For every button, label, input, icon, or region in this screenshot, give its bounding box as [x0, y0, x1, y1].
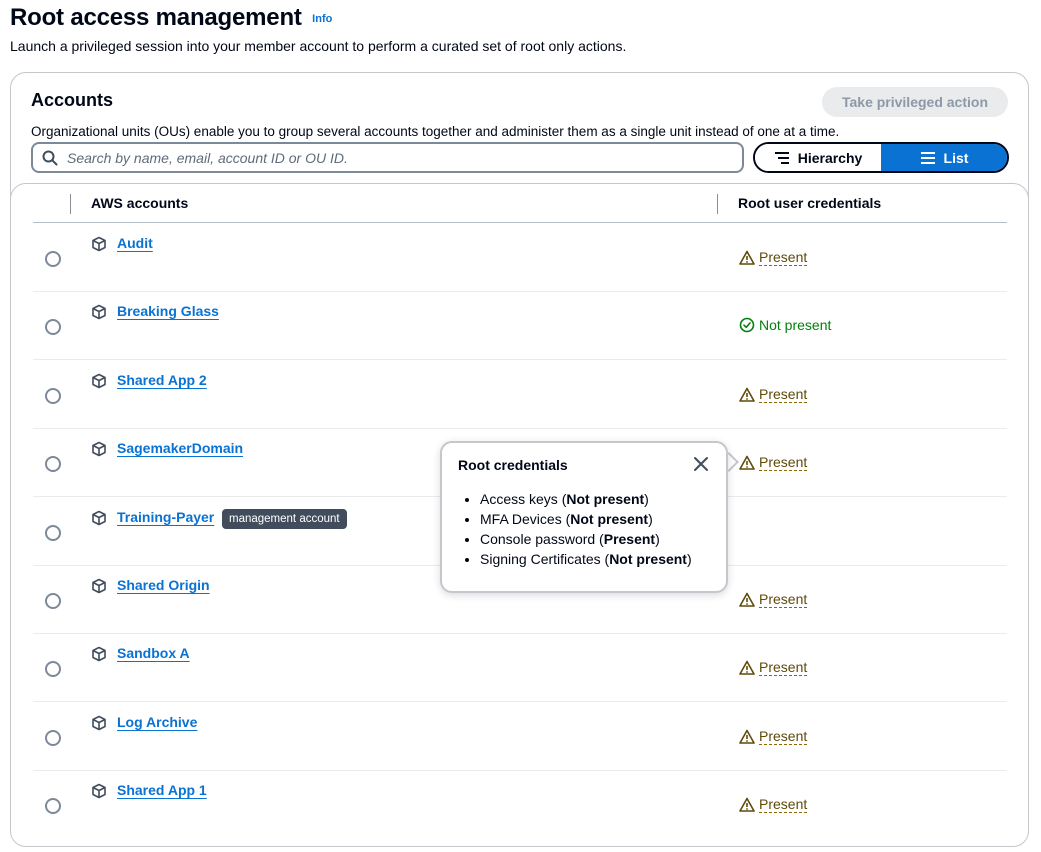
status-present[interactable]: Present — [739, 385, 808, 403]
status-not-present: Not present — [739, 317, 831, 333]
account-link[interactable]: Shared App 1 — [117, 782, 207, 798]
search-icon — [42, 150, 58, 166]
status-text: Present — [759, 385, 808, 403]
account-link[interactable]: Shared Origin — [117, 577, 210, 593]
credential-item: Access keys (Not present) — [480, 489, 692, 509]
list-view-button[interactable]: List — [881, 144, 1007, 171]
row-select-radio[interactable] — [45, 456, 61, 473]
cube-icon — [92, 510, 106, 525]
info-link[interactable]: Info — [312, 13, 332, 25]
list-icon — [920, 151, 935, 164]
warning-triangle-icon — [739, 661, 755, 676]
cube-icon — [92, 441, 106, 457]
row-select-radio[interactable] — [45, 524, 61, 541]
row-select-radio[interactable] — [45, 319, 61, 336]
popover-title: Root credentials — [458, 457, 568, 473]
account-link[interactable]: Training-Payer — [117, 509, 214, 525]
row-select-radio[interactable] — [45, 387, 61, 404]
header-divider — [33, 222, 1007, 223]
hierarchy-label: Hierarchy — [797, 149, 863, 166]
credential-label: MFA Devices — [480, 511, 562, 527]
account-link[interactable]: Breaking Glass — [117, 303, 219, 319]
hierarchy-icon — [774, 151, 789, 164]
credential-value: Not present — [566, 491, 645, 507]
status-text: Not present — [759, 317, 832, 334]
table-row: Audit Present — [33, 224, 1007, 292]
warning-triangle-icon — [739, 592, 755, 607]
account-link[interactable]: Sandbox A — [117, 645, 190, 661]
list-label: List — [943, 149, 969, 166]
credential-value: Present — [603, 531, 656, 547]
credential-value: Not present — [609, 551, 687, 567]
credential-item: MFA Devices (Not present) — [480, 509, 692, 529]
status-present[interactable]: Present — [739, 727, 808, 745]
table-row: Shared App 1 Present — [33, 771, 1007, 839]
status-present[interactable]: Present — [739, 591, 808, 608]
accounts-header: Accounts — [31, 90, 114, 110]
search-input[interactable] — [67, 144, 737, 171]
status-text: Present — [759, 591, 808, 608]
cube-icon — [92, 715, 106, 731]
table-row: Shared App 2 Present — [33, 361, 1007, 429]
row-select-radio[interactable] — [45, 661, 61, 678]
check-circle-icon — [739, 318, 755, 333]
page-header: Root access management Info — [10, 4, 332, 32]
status-present[interactable]: Present — [739, 454, 808, 472]
credential-value: Not present — [570, 511, 649, 527]
hierarchy-view-button[interactable]: Hierarchy — [755, 144, 881, 171]
status-present[interactable]: Present — [739, 796, 808, 814]
search-box[interactable] — [31, 142, 744, 173]
view-toggle: Hierarchy List — [753, 142, 1009, 173]
page-title: Root access management — [10, 4, 302, 31]
column-divider — [717, 194, 718, 214]
account-link[interactable]: Log Archive — [117, 714, 197, 730]
status-present[interactable]: Present — [739, 659, 808, 677]
column-header-accounts: AWS accounts — [91, 195, 189, 211]
accounts-description: Organizational units (OUs) enable you to… — [31, 124, 840, 139]
table-row: Log Archive Present — [33, 703, 1007, 771]
credential-label: Signing Certificates — [480, 551, 601, 567]
root-credentials-popover: Root credentials Access keys (Not presen… — [440, 441, 728, 593]
warning-triangle-icon — [739, 250, 755, 265]
close-icon[interactable] — [692, 455, 710, 473]
management-account-badge: management account — [222, 508, 347, 529]
status-text: Present — [759, 659, 808, 677]
credential-label: Access keys — [480, 491, 558, 507]
cube-icon — [92, 305, 106, 320]
warning-triangle-icon — [739, 455, 755, 470]
table-row: Breaking Glass Not present — [33, 292, 1007, 361]
row-select-radio[interactable] — [45, 251, 61, 267]
warning-triangle-icon — [739, 729, 755, 744]
column-header-credentials: Root user credentials — [738, 195, 882, 211]
row-select-radio[interactable] — [45, 798, 61, 815]
status-present[interactable]: Present — [739, 249, 808, 266]
status-text: Present — [759, 249, 808, 266]
row-select-radio[interactable] — [45, 729, 61, 746]
cube-icon — [92, 236, 106, 252]
cube-icon — [92, 783, 106, 799]
cube-icon — [92, 578, 106, 594]
credential-item: Console password (Present) — [480, 529, 692, 549]
account-link[interactable]: Audit — [117, 235, 153, 251]
row-select-radio[interactable] — [45, 593, 61, 609]
table-row: Sandbox A Present — [33, 634, 1007, 703]
warning-triangle-icon — [739, 797, 755, 812]
take-privileged-action-button[interactable]: Take privileged action — [821, 87, 1008, 117]
cube-icon — [92, 647, 106, 662]
page-description: Launch a privileged session into your me… — [10, 38, 627, 54]
status-text: Present — [759, 454, 808, 472]
popover-list: Access keys (Not present)MFA Devices (No… — [480, 489, 692, 569]
credential-item: Signing Certificates (Not present) — [480, 549, 692, 569]
account-link[interactable]: Shared App 2 — [117, 372, 207, 388]
cube-icon — [92, 373, 106, 389]
status-text: Present — [759, 727, 808, 745]
column-divider — [70, 194, 71, 214]
credential-label: Console password — [480, 531, 596, 547]
account-link[interactable]: SagemakerDomain — [117, 440, 243, 456]
warning-triangle-icon — [739, 387, 755, 402]
status-text: Present — [759, 796, 808, 814]
